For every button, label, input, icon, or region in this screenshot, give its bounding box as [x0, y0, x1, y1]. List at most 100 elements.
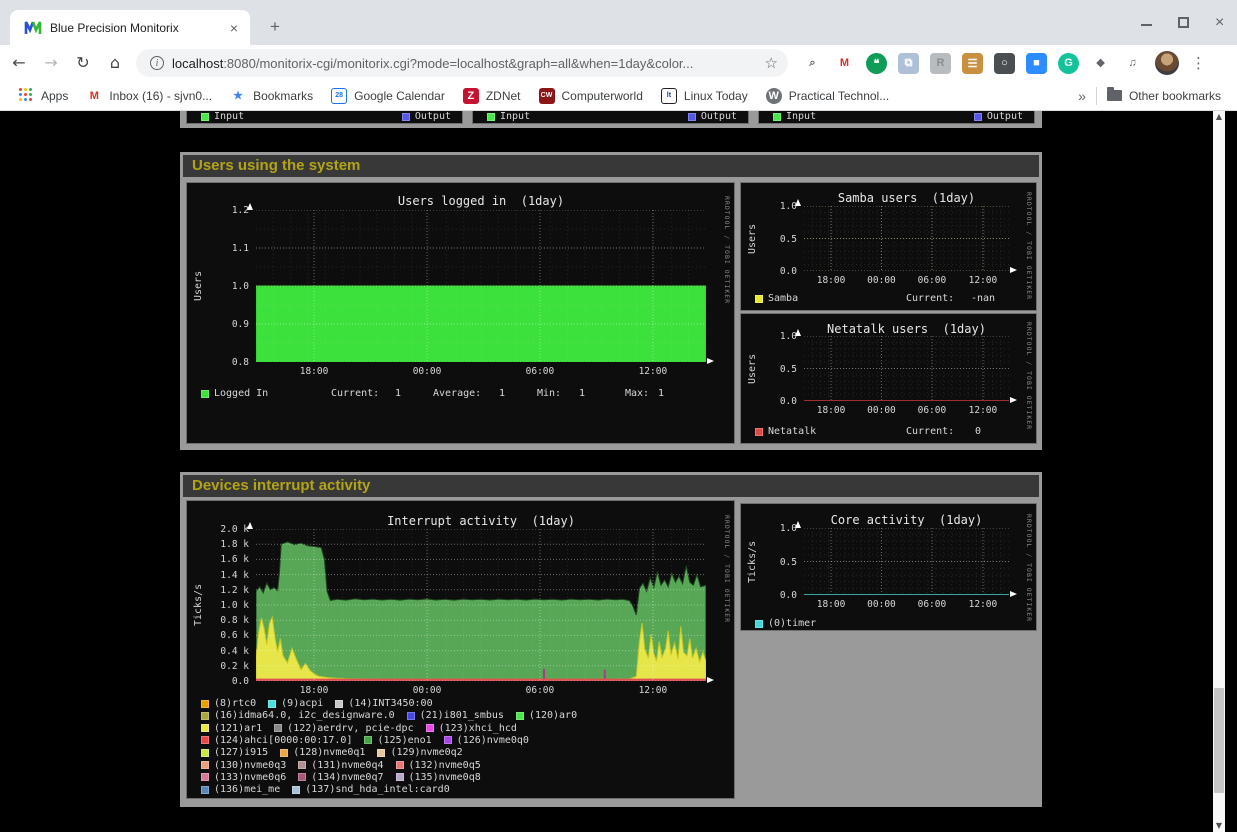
legend-swatch: [201, 786, 209, 794]
y-tick-label: 0.2 k: [187, 661, 249, 672]
partial-legend: InputOutput: [201, 111, 451, 122]
scrollbar-thumb[interactable]: [1214, 688, 1224, 793]
x-tick-label: 12:00: [961, 599, 1005, 610]
browser-menu-icon[interactable]: ⋮: [1187, 54, 1210, 72]
vertical-scrollbar[interactable]: ▲ ▼: [1213, 111, 1225, 832]
bookmark-star-icon[interactable]: ☆: [765, 54, 778, 72]
legend-label: (134)nvme0q7: [311, 772, 383, 783]
forward-icon[interactable]: →: [38, 50, 64, 76]
bookmark-item-star-blue[interactable]: ★Bookmarks: [230, 88, 313, 104]
copy-pages-extension-icon[interactable]: ⧉: [898, 53, 919, 74]
legend-swatch: [755, 295, 763, 303]
grammarly-extension-icon[interactable]: G: [1058, 53, 1079, 74]
legend-swatch: [755, 428, 763, 436]
address-bar[interactable]: i localhost:8080/monitorix-cgi/monitorix…: [136, 49, 788, 77]
bookmark-item-zdnet[interactable]: ZZDNet: [463, 88, 521, 104]
maximize-icon[interactable]: [1178, 17, 1189, 28]
x-axis-arrow: [1010, 591, 1017, 597]
search-extension-icon[interactable]: ⌕: [802, 53, 823, 74]
legend-item: Logged In: [201, 388, 268, 399]
legend-row: Logged In: [201, 388, 268, 399]
bookmark-label: Computerworld: [562, 89, 643, 103]
y-tick-label: 1.0: [187, 281, 249, 292]
input-swatch: [773, 113, 781, 121]
r-ext-extension-icon[interactable]: R: [930, 53, 951, 74]
bookmark-item-linuxtoday[interactable]: ltLinux Today: [661, 88, 748, 104]
legend-item: Netatalk: [755, 426, 816, 437]
back-icon[interactable]: ←: [6, 50, 32, 76]
bookmark-item-gmail[interactable]: MInbox (16) - sjvn0...: [86, 88, 212, 104]
x-tick-label: 18:00: [292, 685, 336, 696]
chart-plot-area: [804, 528, 1009, 595]
chart-users-logged-in: Users logged in (1day)UsersRRDTOOL / TOB…: [186, 182, 735, 444]
chart-title: Users logged in (1day): [256, 194, 706, 208]
partial-graph-box: InputOutput: [186, 111, 463, 124]
gmail-icon: M: [86, 88, 102, 104]
x-tick-label: 12:00: [631, 366, 675, 377]
apps-grid-icon: [18, 88, 34, 104]
y-tick-label: 1.8 k: [187, 539, 249, 550]
home-icon[interactable]: ⌂: [102, 50, 128, 76]
close-icon[interactable]: ×: [1215, 17, 1227, 29]
legend-swatch: [201, 390, 209, 398]
y-tick-label: 0.5: [741, 557, 797, 568]
hangouts-extension-icon[interactable]: ❝: [866, 53, 887, 74]
bookmark-label: Apps: [41, 89, 68, 103]
bookmark-item-apps-grid[interactable]: Apps: [18, 88, 68, 104]
scroll-down-icon[interactable]: ▼: [1213, 820, 1225, 832]
x-tick-label: 00:00: [859, 599, 903, 610]
url-rest: :8080/monitorix-cgi/monitorix.cgi?mode=l…: [223, 56, 693, 71]
input-swatch: [487, 113, 495, 121]
partial-graph-box: Input Output: [472, 111, 749, 124]
legend-label: Logged In: [214, 388, 268, 399]
legend-label: (8)rtc0: [214, 698, 256, 709]
y-tick-label: 1.2 k: [187, 585, 249, 596]
legend-row: (130)nvme0q3 (131)nvme0q4 (132)nvme0q5: [201, 760, 481, 771]
y-tick-label: 1.1: [187, 243, 249, 254]
input-label: Input: [500, 111, 530, 122]
legend-swatch: [268, 700, 276, 708]
legend-label: (9)acpi: [281, 698, 323, 709]
bookmark-label: ZDNet: [486, 89, 521, 103]
minimize-icon[interactable]: [1141, 19, 1152, 26]
bookmarks-overflow-icon[interactable]: »: [1078, 88, 1086, 104]
x-axis-arrow: [1010, 397, 1017, 403]
puzzle-extension-icon[interactable]: ❖: [1090, 53, 1111, 74]
other-bookmarks-button[interactable]: Other bookmarks: [1107, 89, 1221, 103]
zoom-app-extension-icon[interactable]: ■: [1026, 53, 1047, 74]
bookmark-item-calendar[interactable]: 28Google Calendar: [331, 88, 445, 104]
legend-row: (136)mei_me(137)snd_hda_intel:card0: [201, 784, 450, 795]
reload-icon[interactable]: ↻: [70, 50, 96, 76]
legend-label: (130)nvme0q3: [214, 760, 286, 771]
bookmark-item-wordpress[interactable]: WPractical Technol...: [766, 88, 890, 104]
stat-value: 1: [499, 388, 505, 399]
legend-label: (127)i915: [214, 747, 268, 758]
profile-avatar[interactable]: [1155, 51, 1179, 75]
linuxtoday-icon: lt: [661, 88, 677, 104]
legend-item: (21)i801_smbus: [407, 710, 504, 721]
other-bookmarks-label: Other bookmarks: [1129, 89, 1221, 103]
tab-monitorix[interactable]: Blue Precision Monitorix ×: [10, 10, 250, 45]
legend-swatch: [516, 712, 524, 720]
legend-label: (136)mei_me: [214, 784, 280, 795]
tab-close-icon[interactable]: ×: [226, 20, 242, 36]
legend-swatch: [426, 724, 434, 732]
chart-title: Netatalk users (1day): [804, 322, 1009, 336]
page-info-icon[interactable]: i: [150, 56, 164, 70]
evernote-extension-icon[interactable]: ○: [994, 53, 1015, 74]
output-legend: Output: [688, 111, 737, 122]
bookmark-item-computerworld[interactable]: CWComputerworld: [539, 88, 643, 104]
new-tab-button[interactable]: +: [262, 14, 288, 40]
scroll-up-icon[interactable]: ▲: [1213, 111, 1225, 123]
legend-item: (131)nvme0q4: [298, 760, 383, 771]
books-extension-icon[interactable]: ☰: [962, 53, 983, 74]
output-swatch: [974, 113, 982, 121]
partial-legend: InputOutput: [773, 111, 1023, 122]
chart-plot-area: [256, 529, 706, 681]
gmail-extension-icon[interactable]: M: [834, 53, 855, 74]
x-tick-label: 12:00: [961, 275, 1005, 286]
stat-value: 1: [579, 388, 585, 399]
monitorix-page: InputOutputInputOutputInputOutput Users …: [0, 111, 1225, 832]
legend-label: (132)nvme0q5: [409, 760, 481, 771]
music-queue-extension-icon[interactable]: ♫: [1122, 53, 1143, 74]
